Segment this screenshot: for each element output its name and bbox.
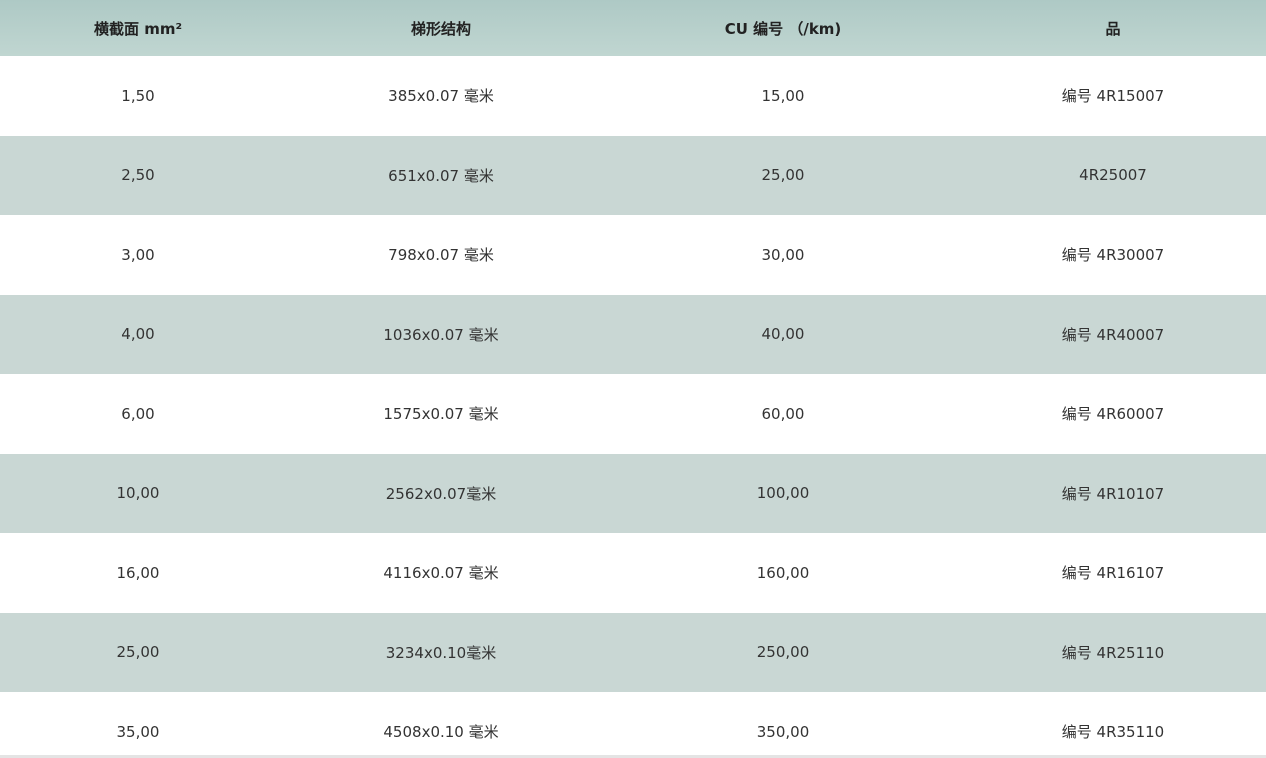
header-product: 品 [1105, 19, 1121, 38]
cell-stranding: 3234x0.10毫米 [385, 643, 497, 662]
cell-cu-number: 30,00 [761, 245, 805, 264]
cell-cross-section: 16,00 [116, 563, 160, 582]
cell-product: 编号 4R35110 [1061, 723, 1165, 742]
table-row: 4,00 1036x0.07 毫米 40,00 编号 4R40007 [0, 294, 1266, 374]
cell-stranding: 385x0.07 毫米 [388, 87, 494, 106]
table-header: 横截面 mm² 梯形结构 CU 编号 （/km) 品 [0, 0, 1266, 56]
cell-cu-number: 160,00 [756, 563, 810, 582]
cell-cross-section: 3,00 [121, 245, 155, 264]
cell-cross-section: 2,50 [121, 166, 155, 185]
header-row: 横截面 mm² 梯形结构 CU 编号 （/km) 品 [0, 0, 1266, 56]
cell-product: 编号 4R16107 [1061, 564, 1165, 583]
cell-cu-number: 100,00 [756, 484, 810, 503]
spec-table-container: 横截面 mm² 梯形结构 CU 编号 （/km) 品 1,50 385x0.07… [0, 0, 1266, 758]
cable-spec-table: 横截面 mm² 梯形结构 CU 编号 （/km) 品 1,50 385x0.07… [0, 0, 1266, 758]
cell-cu-number: 15,00 [761, 86, 805, 105]
table-row: 35,00 4508x0.10 毫米 350,00 编号 4R35110 [0, 692, 1266, 758]
cell-product: 编号 4R15007 [1061, 87, 1165, 106]
header-cu-number: CU 编号 （/km) [724, 19, 842, 38]
table-body: 1,50 385x0.07 毫米 15,00 编号 4R15007 2,50 6… [0, 56, 1266, 758]
header-stranding: 梯形结构 [410, 19, 471, 38]
cell-cross-section: 35,00 [116, 722, 160, 741]
cell-cu-number: 25,00 [761, 166, 805, 185]
cell-stranding: 4116x0.07 毫米 [383, 564, 499, 583]
cell-stranding: 798x0.07 毫米 [388, 246, 494, 265]
cell-cross-section: 6,00 [121, 404, 155, 423]
cell-cu-number: 350,00 [756, 722, 810, 741]
cell-cu-number: 60,00 [761, 404, 805, 423]
cell-cross-section: 25,00 [116, 643, 160, 662]
table-row: 1,50 385x0.07 毫米 15,00 编号 4R15007 [0, 56, 1266, 136]
cell-cu-number: 40,00 [761, 325, 805, 344]
cell-stranding: 2562x0.07毫米 [385, 484, 497, 503]
table-row: 10,00 2562x0.07毫米 100,00 编号 4R10107 [0, 453, 1266, 533]
cell-product: 4R25007 [1079, 166, 1147, 185]
cell-cross-section: 4,00 [121, 325, 155, 344]
cell-stranding: 4508x0.10 毫米 [383, 723, 499, 742]
cell-product: 编号 4R30007 [1061, 246, 1165, 265]
cell-cross-section: 10,00 [116, 484, 160, 503]
header-cross-section: 横截面 mm² [93, 19, 183, 38]
table-row: 25,00 3234x0.10毫米 250,00 编号 4R25110 [0, 612, 1266, 692]
table-row: 6,00 1575x0.07 毫米 60,00 编号 4R60007 [0, 374, 1266, 454]
cell-stranding: 1036x0.07 毫米 [383, 325, 499, 344]
table-row: 2,50 651x0.07 毫米 25,00 4R25007 [0, 135, 1266, 215]
table-row: 3,00 798x0.07 毫米 30,00 编号 4R30007 [0, 215, 1266, 295]
cell-product: 编号 4R40007 [1061, 325, 1165, 344]
cell-stranding: 1575x0.07 毫米 [383, 405, 499, 424]
cell-product: 编号 4R10107 [1061, 484, 1165, 503]
table-row: 16,00 4116x0.07 毫米 160,00 编号 4R16107 [0, 533, 1266, 613]
cell-product: 编号 4R60007 [1061, 405, 1165, 424]
cell-stranding: 651x0.07 毫米 [388, 166, 494, 185]
cell-product: 编号 4R25110 [1061, 643, 1165, 662]
cell-cu-number: 250,00 [756, 643, 810, 662]
cell-cross-section: 1,50 [121, 86, 155, 105]
